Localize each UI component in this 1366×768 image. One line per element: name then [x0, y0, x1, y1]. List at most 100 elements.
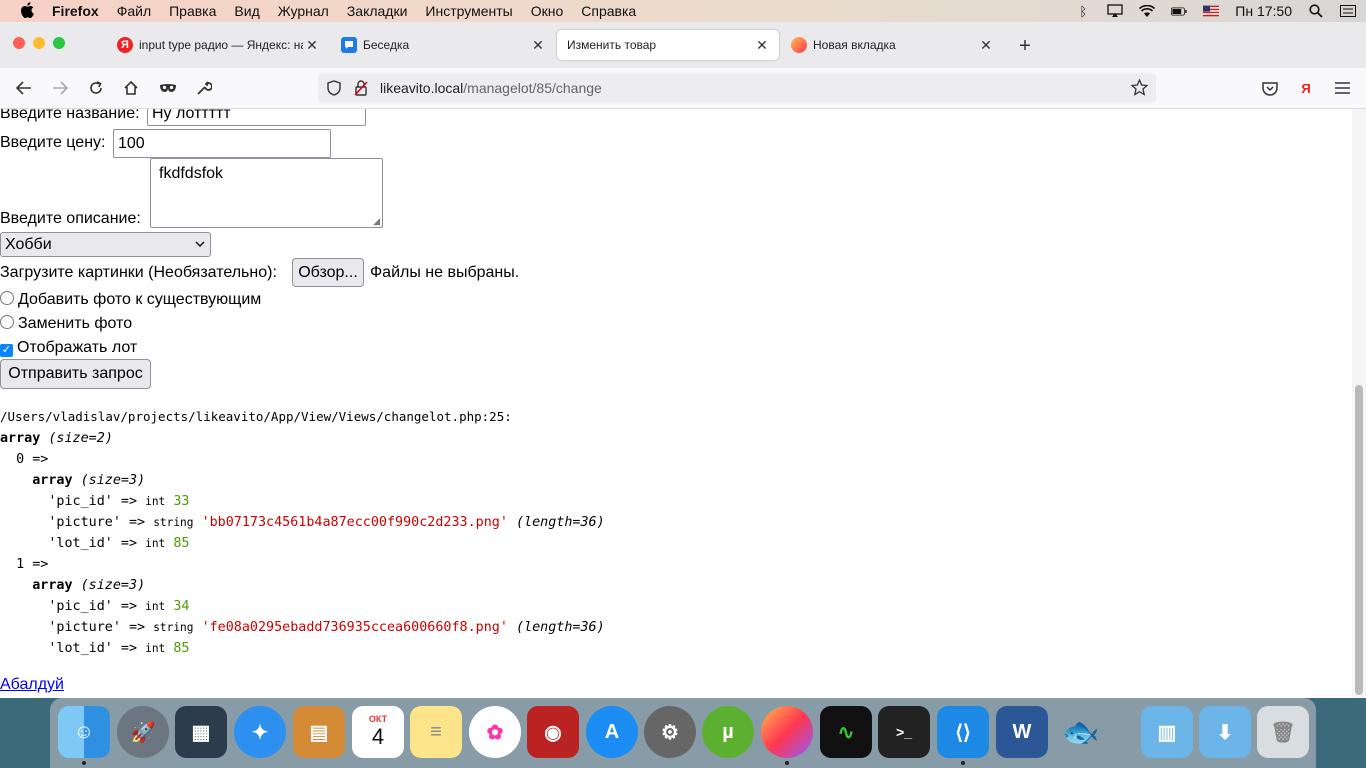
wifi-icon[interactable]: [1139, 4, 1156, 18]
menu-clock[interactable]: Пн 17:50: [1235, 3, 1292, 19]
dump-pic-id: 33: [173, 494, 190, 509]
trash-icon[interactable]: 🗑: [1257, 706, 1309, 758]
tab-strip: Я input type радио — Яндекс: на ✕ Беседк…: [0, 22, 1366, 68]
activity-monitor-icon[interactable]: ∿: [820, 706, 872, 758]
menu-app-name[interactable]: Firefox: [52, 3, 99, 19]
tab-yandex-search[interactable]: Я input type радио — Яндекс: на ✕: [107, 30, 329, 60]
apple-icon[interactable]: [20, 1, 38, 21]
us-flag-icon[interactable]: [1203, 4, 1220, 18]
dump-index: 0: [16, 452, 25, 467]
category-select[interactable]: Хобби: [0, 232, 211, 257]
tab-besedka[interactable]: Беседка ✕: [331, 30, 555, 60]
utorrent-icon[interactable]: µ: [702, 706, 754, 758]
control-center-icon[interactable]: [1340, 4, 1356, 18]
name-label: Введите название:: [0, 109, 140, 122]
home-icon[interactable]: [120, 77, 142, 99]
var-dump-output: /Users/vladislav/projects/likeavito/App/…: [0, 409, 605, 656]
submit-button[interactable]: Отправить запрос: [0, 359, 151, 389]
dump-item-size: 3: [129, 473, 138, 488]
tab-title: Беседка: [363, 38, 410, 52]
dump-picture: 'fe08a0295ebadd736935ccea600660f8.png': [201, 620, 508, 635]
forward-icon[interactable]: [49, 77, 71, 99]
app-store-icon[interactable]: A: [586, 706, 638, 758]
menu-bookmarks[interactable]: Закладки: [347, 3, 408, 19]
scrollbar-thumb[interactable]: [1355, 385, 1363, 695]
window-zoom-button[interactable]: [53, 37, 65, 49]
menu-edit[interactable]: Правка: [169, 3, 216, 19]
photo-booth-icon[interactable]: ◉: [527, 706, 579, 758]
close-tab-icon[interactable]: ✕: [977, 37, 995, 54]
tab-title: Изменить товар: [567, 38, 657, 52]
radio-replace-photos[interactable]: [0, 315, 14, 329]
spotlight-search-icon[interactable]: [1308, 4, 1324, 18]
vscode-icon[interactable]: ⟨⟩: [937, 706, 989, 758]
dump-outer-size: 2: [96, 431, 105, 446]
price-input[interactable]: 100: [113, 129, 331, 158]
tab-new-tab[interactable]: Новая вкладка ✕: [781, 30, 1003, 60]
battery-icon[interactable]: [1171, 4, 1187, 18]
name-input[interactable]: Ну лоттттт: [147, 109, 366, 126]
back-icon[interactable]: [13, 77, 35, 99]
pocket-icon[interactable]: [1259, 77, 1281, 99]
running-indicator: [785, 761, 789, 765]
calculator-icon[interactable]: ▤: [293, 706, 345, 758]
close-tab-icon[interactable]: ✕: [753, 37, 771, 54]
menu-view[interactable]: Вид: [234, 3, 259, 19]
word-icon[interactable]: W: [996, 706, 1048, 758]
shield-icon[interactable]: [327, 80, 341, 99]
menu-file[interactable]: Файл: [117, 3, 151, 19]
resize-handle-icon[interactable]: ◢: [373, 216, 380, 227]
applications-folder-icon[interactable]: ▥: [1141, 706, 1193, 758]
radio-replace-row[interactable]: Заменить фото: [0, 315, 132, 333]
dump-length: 36: [580, 515, 597, 530]
new-tab-button[interactable]: +: [1015, 35, 1035, 58]
firefox-icon[interactable]: [761, 706, 813, 758]
calendar-icon[interactable]: ОКТ 4: [352, 706, 404, 758]
browse-button[interactable]: Обзор...: [292, 258, 364, 287]
yandex-extension-icon[interactable]: Я: [1295, 77, 1317, 99]
insecure-lock-icon[interactable]: [354, 80, 368, 99]
radio-add-photos[interactable]: [0, 291, 14, 305]
menu-help[interactable]: Справка: [581, 3, 636, 19]
navigation-toolbar: likeavito.local/managelot/85/change Я: [0, 68, 1366, 109]
airplay-icon[interactable]: [1107, 4, 1123, 18]
firefox-icon: [791, 37, 807, 53]
fish-icon[interactable]: 🐟: [1055, 706, 1107, 758]
downloads-folder-icon[interactable]: ⬇: [1199, 706, 1251, 758]
price-label: Введите цену:: [0, 134, 106, 151]
menu-window[interactable]: Окно: [531, 3, 564, 19]
chat-icon: [341, 37, 357, 53]
close-tab-icon[interactable]: ✕: [303, 37, 321, 54]
finder-icon[interactable]: ☺: [58, 706, 110, 758]
description-textarea[interactable]: fkdfdsfok ◢: [150, 158, 383, 228]
photos-icon[interactable]: ✿: [469, 706, 521, 758]
terminal-icon[interactable]: >_: [878, 706, 930, 758]
close-tab-icon[interactable]: ✕: [529, 37, 547, 54]
system-preferences-icon[interactable]: ⚙: [644, 706, 696, 758]
address-bar[interactable]: likeavito.local/managelot/85/change: [318, 73, 1156, 103]
bluetooth-icon[interactable]: ᛒ: [1075, 4, 1091, 19]
radio-add-row[interactable]: Добавить фото к существующим: [0, 291, 261, 309]
tab-change-item[interactable]: Изменить товар ✕: [557, 30, 779, 60]
hamburger-menu-icon[interactable]: [1331, 77, 1353, 99]
checkbox-row[interactable]: ✓ Отображать лот: [0, 339, 137, 357]
bookmark-star-icon[interactable]: [1130, 78, 1149, 99]
dump-index: 1: [16, 557, 25, 572]
notes-icon[interactable]: ≡: [410, 706, 462, 758]
window-minimize-button[interactable]: [33, 37, 45, 49]
category-value: Хобби: [5, 235, 52, 253]
menu-history[interactable]: Журнал: [278, 3, 329, 19]
wrench-icon[interactable]: [193, 77, 215, 99]
dock: ☺ 🚀 ▦ ✦ ▤ ОКТ 4 ≡ ✿ ◉ A ⚙ µ ∿ >_ ⟨⟩ W 🐟 …: [50, 698, 1316, 768]
abalduy-link[interactable]: Абалдуй: [0, 676, 64, 694]
mission-control-icon[interactable]: ▦: [175, 706, 227, 758]
reload-icon[interactable]: [85, 77, 107, 99]
page-content: Введите название: Ну лоттттт Введите цен…: [0, 109, 1352, 699]
launchpad-icon[interactable]: 🚀: [117, 706, 169, 758]
show-lot-checkbox[interactable]: ✓: [0, 344, 13, 357]
menu-tools[interactable]: Инструменты: [425, 3, 512, 19]
description-label: Введите описание:: [0, 210, 141, 227]
private-mask-icon[interactable]: [157, 77, 179, 99]
window-close-button[interactable]: [13, 37, 25, 49]
safari-icon[interactable]: ✦: [234, 706, 286, 758]
